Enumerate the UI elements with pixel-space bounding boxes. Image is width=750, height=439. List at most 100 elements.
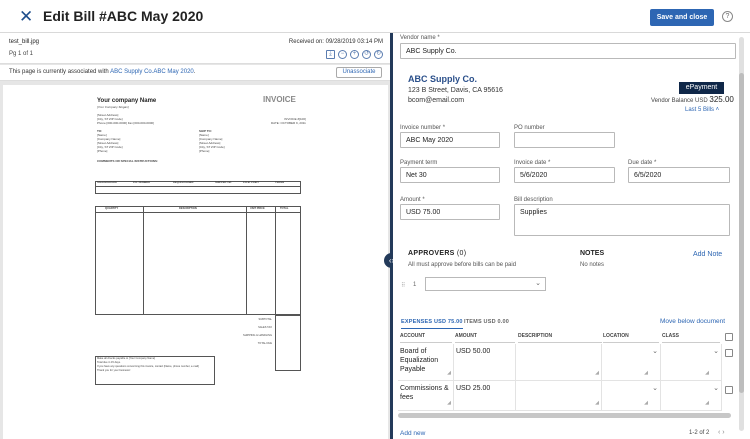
resize-icon: ◢ bbox=[705, 400, 709, 406]
association-bar: This page is currently associated with A… bbox=[0, 65, 391, 81]
chevron-down-icon[interactable]: ⌄ bbox=[713, 347, 719, 356]
chevron-down-icon[interactable]: ⌄ bbox=[713, 384, 719, 393]
location-cell[interactable]: ◢ ⌄ bbox=[602, 381, 661, 411]
page-title: Edit Bill #ABC May 2020 bbox=[43, 8, 204, 24]
tab-items[interactable]: ITEMS USD 0.00 bbox=[464, 319, 509, 328]
invoice-date-field[interactable]: 5/6/2020 bbox=[514, 167, 615, 183]
resize-icon: ◢ bbox=[644, 400, 648, 406]
po-number-field[interactable] bbox=[514, 132, 615, 148]
invoice-total-label: SUBTOTAL bbox=[258, 318, 272, 321]
close-icon[interactable]: ✕ bbox=[19, 8, 33, 25]
pagination-text: 1-2 of 2 bbox=[689, 430, 710, 436]
class-cell[interactable]: ◢ ⌄ bbox=[661, 344, 722, 381]
vendor-display-name[interactable]: ABC Supply Co. bbox=[408, 74, 477, 84]
association-prefix: This page is currently associated with bbox=[9, 69, 109, 75]
resize-icon: ◢ bbox=[447, 400, 451, 406]
chevron-down-icon[interactable]: ⌄ bbox=[652, 384, 658, 393]
account-cell[interactable]: Board of Equalization Payable ◢ bbox=[398, 344, 454, 381]
zoom-out-icon[interactable]: − bbox=[338, 50, 347, 59]
invoice-number-field[interactable]: ABC May 2020 bbox=[400, 132, 500, 148]
add-new-link[interactable]: Add new bbox=[400, 430, 425, 437]
help-icon[interactable]: ? bbox=[722, 11, 733, 22]
account-value: Board of Equalization Payable bbox=[400, 348, 439, 373]
invoice-to-block: TO: [Name] [Company Name] [Street Addres… bbox=[97, 129, 123, 153]
no-notes-text: No notes bbox=[580, 262, 605, 268]
chevron-down-icon[interactable]: ⌄ bbox=[652, 347, 658, 356]
vendor-name-field[interactable]: ABC Supply Co. bbox=[400, 43, 736, 59]
vertical-scrollbar-thumb[interactable] bbox=[739, 73, 744, 393]
invoice-items-col bbox=[246, 206, 247, 315]
approvers-note: All must approve before bills can be pai… bbox=[408, 262, 517, 268]
drag-handle-icon[interactable]: ⠿ bbox=[401, 282, 405, 289]
column-header-class: CLASS bbox=[662, 333, 720, 343]
invoice-items-header: QUANTITY bbox=[105, 207, 119, 210]
invoice-info-header: REQUISITIONER bbox=[173, 181, 194, 184]
horizontal-scrollbar[interactable] bbox=[398, 413, 731, 418]
association-link[interactable]: ABC Supply Co.ABC May 2020 bbox=[110, 69, 194, 75]
po-number-label: PO number bbox=[514, 125, 545, 131]
approvers-heading: APPROVERS (0) bbox=[408, 250, 466, 257]
invoice-footer-line: Thank you for your business! bbox=[97, 369, 131, 372]
save-and-close-button[interactable]: Save and close bbox=[650, 9, 714, 26]
invoice-comments: COMMENTS OR SPECIAL INSTRUCTIONS: bbox=[97, 159, 158, 163]
invoice-items-header: TOTAL bbox=[280, 207, 289, 210]
move-below-document-link[interactable]: Move below document bbox=[660, 318, 725, 325]
bill-description-field[interactable]: Supplies bbox=[514, 204, 730, 236]
add-note-link[interactable]: Add Note bbox=[693, 251, 722, 258]
payment-term-label: Payment term bbox=[400, 160, 438, 166]
amount-cell[interactable]: USD 50.00 bbox=[454, 344, 516, 381]
rotate-right-icon[interactable]: ↻ bbox=[374, 50, 383, 59]
payment-term-field[interactable]: Net 30 bbox=[400, 167, 500, 183]
row-checkbox[interactable] bbox=[725, 349, 733, 357]
invoice-items-col bbox=[143, 206, 144, 315]
approver-select[interactable]: ⌄ bbox=[425, 277, 546, 291]
rotate-left-icon[interactable]: ↺ bbox=[362, 50, 371, 59]
tab-expenses[interactable]: EXPENSES USD 75.00 bbox=[401, 319, 463, 329]
amount-label: Amount * bbox=[400, 197, 425, 203]
amount-field[interactable]: USD 75.00 bbox=[400, 204, 500, 220]
invoice-total-label: TOTAL DUE bbox=[257, 342, 272, 345]
invoice-company-name: Your company Name bbox=[97, 98, 157, 104]
document-tools: ⤓ − + ↺ ↻ bbox=[326, 50, 383, 59]
row-checkbox[interactable] bbox=[725, 386, 733, 394]
invoice-info-header: TERMS bbox=[275, 181, 285, 184]
epayment-badge: ePayment bbox=[679, 82, 724, 94]
invoice-ship-block: SHIP TO: [Name] [Company Name] [Street A… bbox=[199, 129, 225, 153]
invoice-footer: Make all checks payable to [Your Company… bbox=[97, 357, 199, 373]
bill-form-pane: Vendor name * ABC Supply Co. ABC Supply … bbox=[393, 33, 750, 439]
invoice-items-table bbox=[95, 206, 301, 315]
invoice-address: [Street Address] [City, ST ZIP Code] Pho… bbox=[97, 113, 154, 125]
last-5-bills-link[interactable]: Last 5 Bills ˄ bbox=[685, 107, 719, 113]
resize-icon: ◢ bbox=[595, 370, 599, 376]
resize-icon: ◢ bbox=[595, 400, 599, 406]
location-cell[interactable]: ◢ ⌄ bbox=[602, 344, 661, 381]
chevron-down-icon: ⌄ bbox=[535, 280, 541, 287]
description-cell[interactable]: ◢ bbox=[516, 344, 602, 381]
header-bar: ✕ Edit Bill #ABC May 2020 Save and close… bbox=[0, 0, 750, 33]
column-header-amount: AMOUNT bbox=[455, 333, 515, 343]
invoice-info-headers: SALESPERSON P.O. NUMBER REQUISITIONER SH… bbox=[97, 181, 303, 185]
column-header-location: LOCATION bbox=[603, 333, 659, 343]
unassociate-button[interactable]: Unassociate bbox=[336, 67, 382, 78]
class-cell[interactable]: ◢ ⌄ bbox=[661, 381, 722, 411]
received-timestamp: Received on: 09/28/2019 03:14 PM bbox=[288, 39, 383, 45]
select-all-checkbox[interactable] bbox=[725, 333, 733, 341]
amount-value: USD 25.00 bbox=[456, 385, 491, 392]
zoom-in-icon[interactable]: + bbox=[350, 50, 359, 59]
download-icon[interactable]: ⤓ bbox=[326, 50, 335, 59]
invoice-items-header: DESCRIPTION bbox=[179, 207, 197, 210]
invoice-info-divider bbox=[95, 186, 301, 187]
pagination-nav-icons[interactable]: ‹ › bbox=[718, 429, 725, 436]
invoice-info-header: F.O.B. POINT bbox=[243, 181, 259, 184]
vendor-balance: Vendor Balance USD 325.00 bbox=[651, 95, 734, 104]
invoice-date-text: DATE: OCTOBER 9, 2011 bbox=[271, 121, 306, 125]
description-cell[interactable]: ◢ bbox=[516, 381, 602, 411]
invoice-address-line: Phone [000-000-0000] Fax [000-000-0000] bbox=[97, 121, 154, 125]
invoice-items-header: UNIT PRICE bbox=[250, 207, 265, 210]
invoice-to-line: [Phone] bbox=[97, 149, 108, 153]
amount-cell[interactable]: USD 25.00 bbox=[454, 381, 516, 411]
approvers-count: (0) bbox=[456, 250, 467, 257]
invoice-totals-box bbox=[275, 315, 301, 371]
account-cell[interactable]: Commissions & fees ◢ bbox=[398, 381, 454, 411]
due-date-field[interactable]: 6/5/2020 bbox=[628, 167, 730, 183]
